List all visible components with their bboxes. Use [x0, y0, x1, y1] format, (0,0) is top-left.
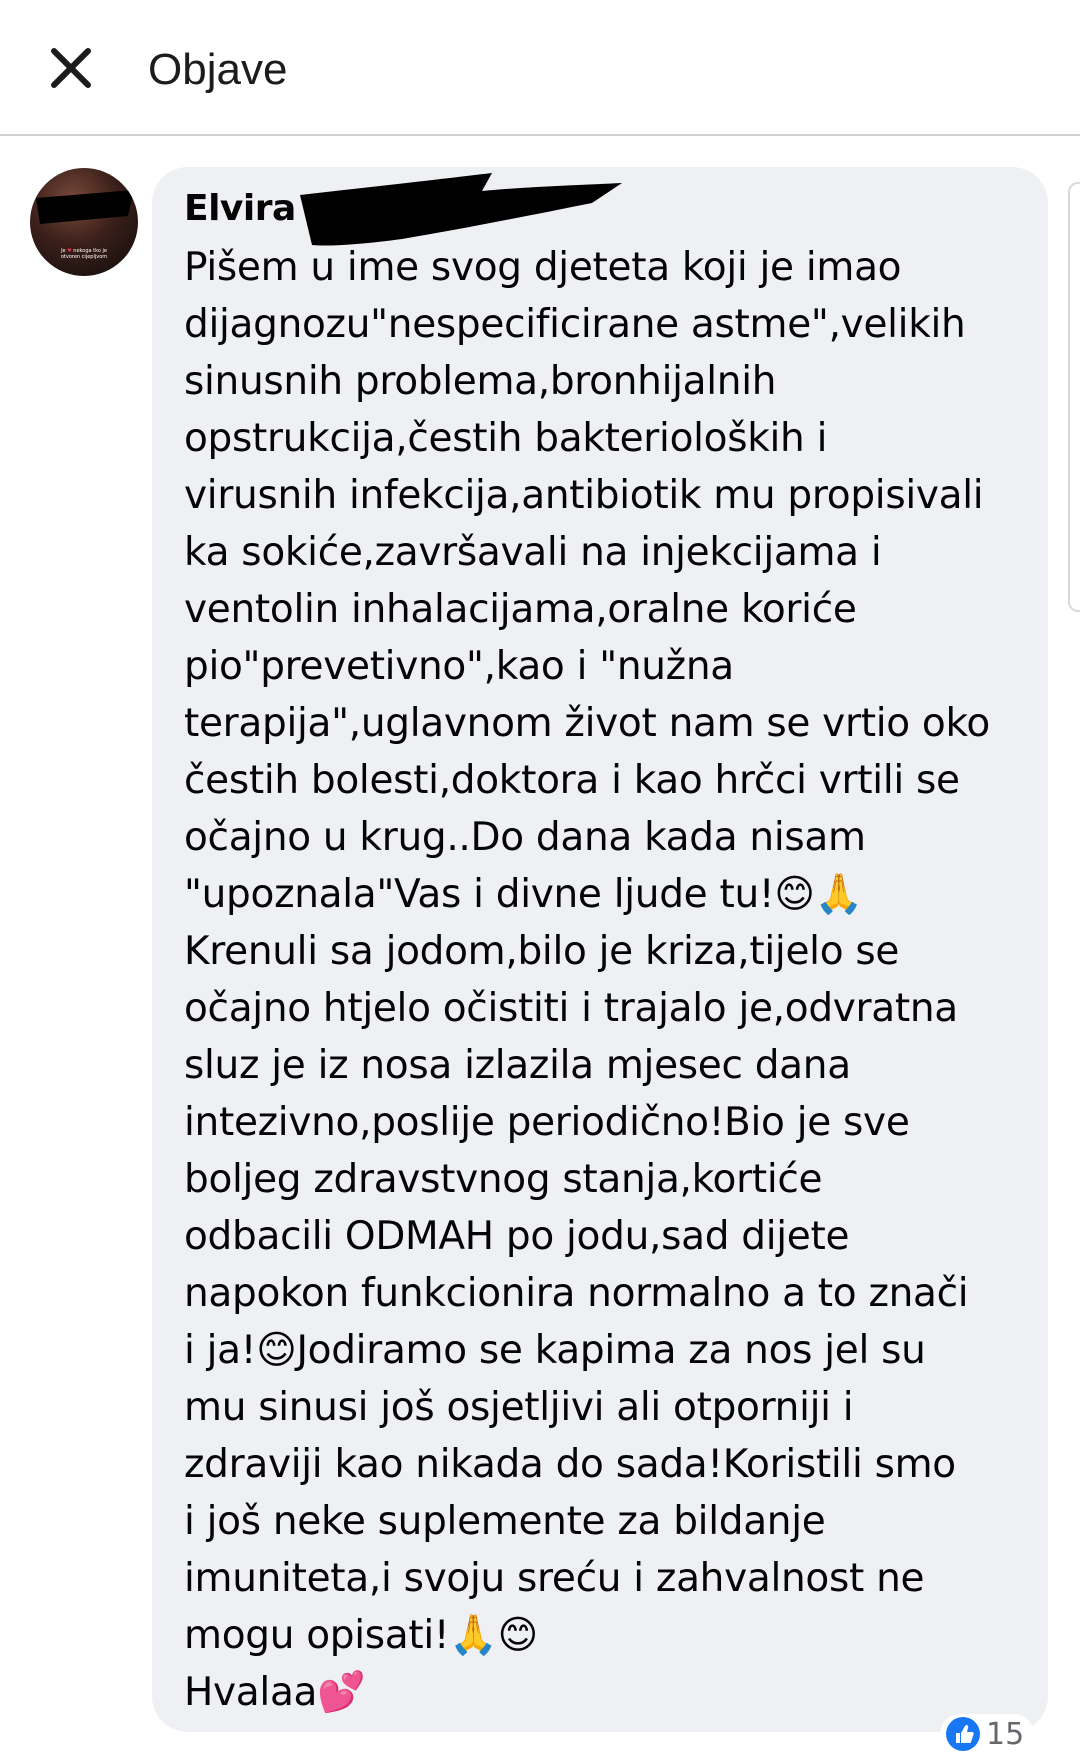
comment-line: i još neke suplemente za bildanje [184, 1499, 826, 1544]
comment-line: i ja!😊Jodiramo se kapima za nos jel su [184, 1328, 926, 1373]
reaction-count: 15 [986, 1716, 1025, 1752]
comment-line: dijagnozu"nespecificirane astme",velikih [184, 302, 966, 347]
comment-line: Krenuli sa jodom,bilo je kriza,tijelo se [184, 929, 900, 974]
comment-line: mogu opisati!🙏😊 [184, 1613, 538, 1658]
comment-bubble: Elvira B Pišem u ime svog djeteta koji j… [152, 167, 1048, 1732]
comment-line: očajno htjelo očistiti i trajalo je,odvr… [184, 986, 958, 1031]
top-bar: Objave [0, 0, 1080, 136]
comment-line: terapija",uglavnom život nam se vrtio ok… [184, 701, 990, 746]
comment-line: očajno u krug..Do dana kada nisam [184, 815, 866, 860]
comment-line: zdraviji kao nikada do sada!Koristili sm… [184, 1442, 956, 1487]
avatar[interactable]: Je ♥ nekoga tko je otvoren cijepljvom [30, 168, 138, 276]
comment-line: Hvalaa💕 [184, 1670, 366, 1715]
comment-text: Pišem u ime svog djeteta koji je imao di… [184, 239, 1034, 1721]
comment-line: "upoznala"Vas i divne ljude tu!😊🙏 [184, 872, 863, 917]
comment-line: sluz je iz nosa izlazila mjesec dana [184, 1043, 851, 1088]
comment-line: ventolin inhalacijama,oralne koriće [184, 587, 857, 632]
comment-line: opstrukcija,čestih bakterioloških i [184, 416, 828, 461]
comment-line: pio"prevetivno",kao i "nužna [184, 644, 734, 689]
comment-line: intezivno,poslije periodično!Bio je sve [184, 1100, 910, 1145]
reaction-summary[interactable]: 15 [940, 1714, 1035, 1754]
close-icon [51, 48, 91, 88]
comment-line: ka sokiće,završavali na injekcijama i [184, 530, 882, 575]
avatar-caption: Je ♥ nekoga tko je otvoren cijepljvom [60, 248, 108, 260]
comment-line: čestih bolesti,doktora i kao hrčci vrtil… [184, 758, 960, 803]
comment-line: napokon funkcionira normalno a to znači [184, 1271, 969, 1316]
comment-line: boljeg zdravstvnog stanja,kortiće [184, 1157, 823, 1202]
comment-line: Pišem u ime svog djeteta koji je imao [184, 245, 902, 290]
page-title: Objave [148, 45, 288, 94]
comment-line: virusnih infekcija,antibiotik mu propisi… [184, 473, 984, 518]
comment-line: mu sinusi još osjetljivi ali otporniji i [184, 1385, 854, 1430]
adjacent-card-edge [1068, 182, 1080, 612]
close-button[interactable] [48, 45, 96, 93]
name-redaction [300, 173, 622, 246]
comment-line: odbacili ODMAH po jodu,sad dijete [184, 1214, 850, 1259]
comment-line: sinusnih problema,bronhijalnih [184, 359, 777, 404]
comment-line: imuniteta,i svoju sreću i zahvalnost ne [184, 1556, 925, 1601]
